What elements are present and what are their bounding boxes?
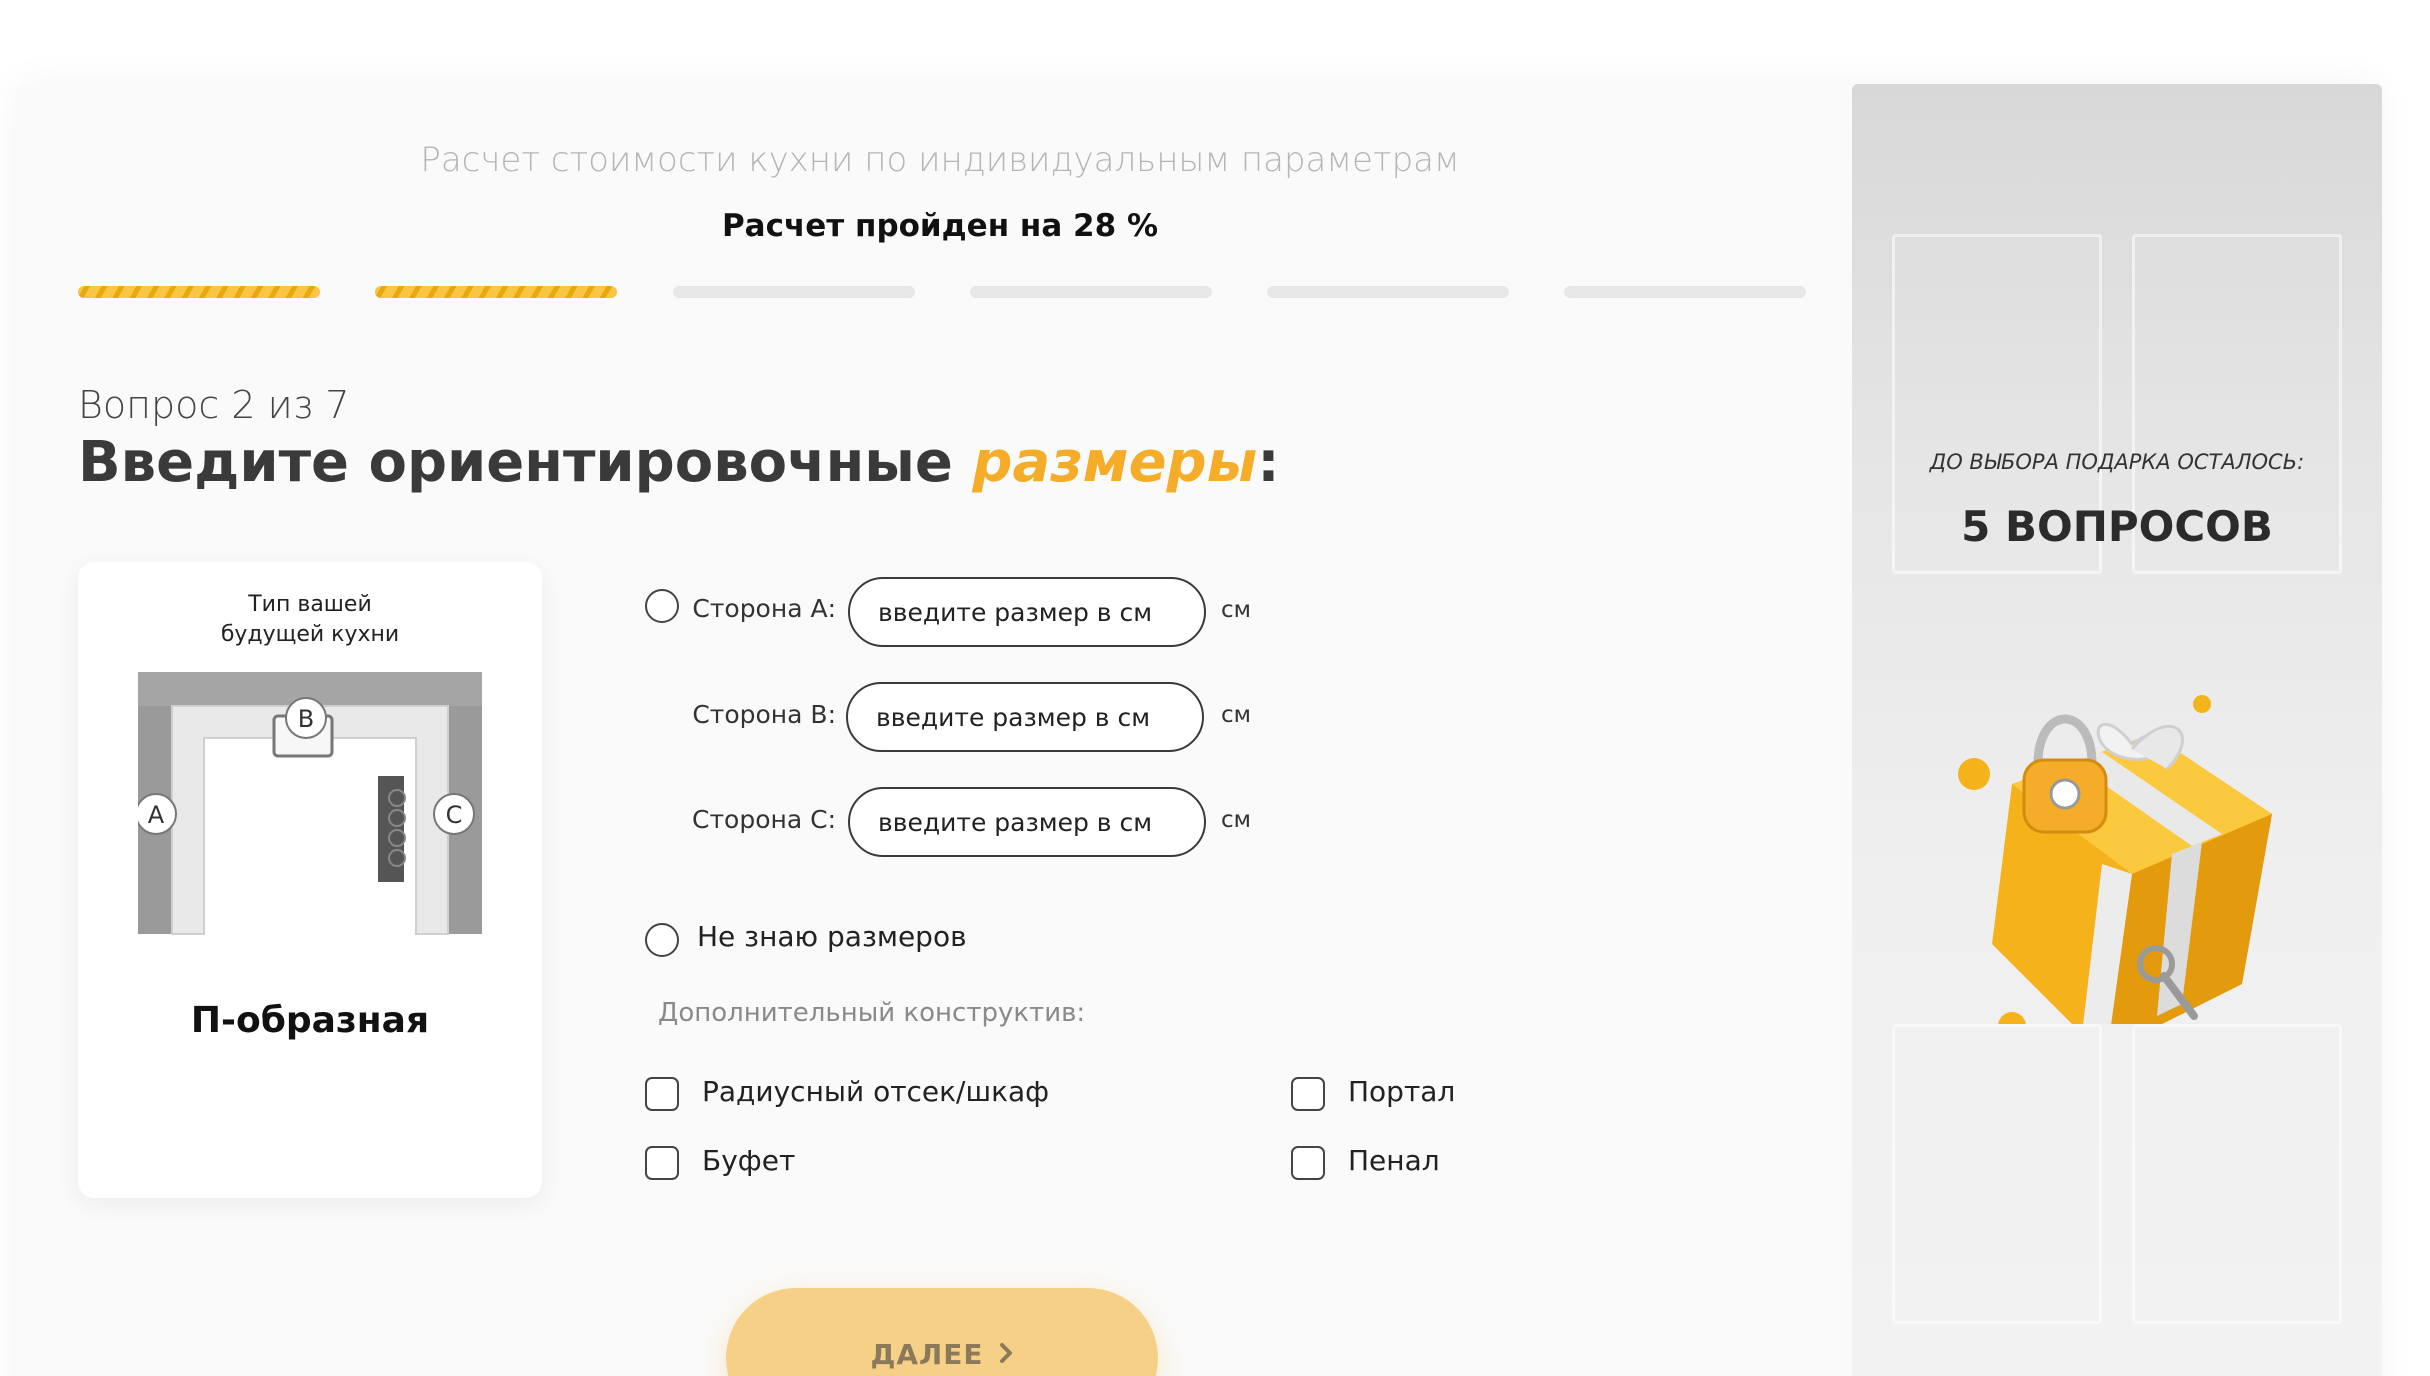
cabinet-decor (2132, 1024, 2342, 1324)
svg-text:C: C (446, 801, 463, 829)
marker-c: C (433, 793, 475, 835)
side-a-input[interactable] (848, 577, 1206, 647)
progress-step-5 (1267, 286, 1509, 298)
kitchen-type-card: Тип вашей будущей кухни B A C П-образная (78, 562, 542, 1198)
side-c-unit: см (1221, 807, 1251, 833)
next-button[interactable]: ДАЛЕЕ (726, 1288, 1158, 1376)
kitchen-type-label-line2: будущей кухни (220, 622, 400, 647)
kitchen-layout-diagram: B A C (138, 672, 482, 935)
extra-radius-checkbox[interactable] (645, 1077, 679, 1111)
unknown-sizes-label[interactable]: Не знаю размеров (697, 920, 967, 953)
side-b-label: Сторона В: (692, 700, 836, 729)
extra-radius-label[interactable]: Радиусный отсек/шкаф (702, 1075, 1049, 1108)
svg-text:B: B (298, 705, 314, 733)
question-title: Введите ориентировочные размеры: (78, 430, 1280, 495)
kitchen-type-name: П-образная (190, 1000, 430, 1041)
extras-title: Дополнительный конструктив: (658, 998, 1086, 1028)
question-title-accent: размеры (972, 430, 1258, 495)
gift-caption: ДО ВЫБОРА ПОДАРКА ОСТАЛОСЬ: (1929, 450, 2305, 474)
progress-step-4 (970, 286, 1212, 298)
side-a-label: Сторона А: (692, 594, 836, 623)
side-a-unit: см (1221, 597, 1251, 623)
kitchen-type-label-line1: Тип вашей (248, 592, 372, 617)
side-b-unit: см (1221, 702, 1251, 728)
question-counter: Вопрос 2 из 7 (78, 383, 350, 427)
progress-step-2 (375, 286, 617, 298)
progress-text: Расчет пройден на 28 % (721, 208, 1159, 244)
gift-remaining-count: 5 ВОПРОСОВ (1961, 502, 2273, 551)
side-c-input[interactable] (848, 787, 1206, 857)
next-button-label: ДАЛЕЕ (870, 1338, 984, 1371)
gift-box-icon (1958, 695, 2272, 1024)
kitchen-type-label: Тип вашей будущей кухни (78, 590, 542, 650)
extra-penal-checkbox[interactable] (1291, 1146, 1325, 1180)
chevron-right-icon (998, 1338, 1014, 1376)
unknown-sizes-radio[interactable] (645, 923, 679, 957)
question-title-end: : (1257, 430, 1280, 495)
progress-step-1 (78, 286, 320, 298)
question-title-main: Введите ориентировочные (78, 430, 973, 495)
extra-buffet-label[interactable]: Буфет (702, 1144, 795, 1177)
extra-buffet-checkbox[interactable] (645, 1146, 679, 1180)
svg-text:A: A (148, 801, 165, 829)
extra-penal-label[interactable]: Пенал (1348, 1144, 1440, 1177)
marker-a: A (138, 793, 177, 835)
quiz-title: Расчет стоимости кухни по индивидуальным… (420, 140, 1460, 180)
cabinet-decor (1892, 1024, 2102, 1324)
side-b-input[interactable] (846, 682, 1204, 752)
extra-portal-checkbox[interactable] (1291, 1077, 1325, 1111)
marker-b: B (285, 697, 327, 739)
side-c-label: Сторона С: (692, 805, 836, 834)
extra-portal-label[interactable]: Портал (1348, 1075, 1455, 1108)
progress-step-3 (673, 286, 915, 298)
progress-step-6 (1564, 286, 1806, 298)
gift-promo-panel: ДО ВЫБОРА ПОДАРКА ОСТАЛОСЬ: 5 ВОПРОСОВ (1852, 84, 2382, 1376)
